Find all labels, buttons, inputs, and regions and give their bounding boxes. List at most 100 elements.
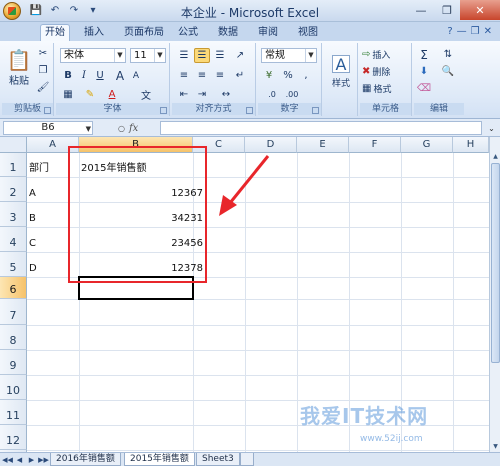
find-select-icon[interactable]: 🔍 bbox=[440, 64, 456, 79]
insert-cells-icon: ⇨ bbox=[362, 48, 371, 60]
font-group: 宋体 ▼ 11 ▼ B I U A A ▦ ✎ A 文 字体 bbox=[56, 43, 170, 116]
grow-font-button[interactable]: A bbox=[112, 68, 128, 83]
editing-label: 编辑 bbox=[414, 103, 464, 115]
tab-view[interactable]: 视图 bbox=[294, 25, 322, 41]
prev-sheet-icon[interactable]: ◀ bbox=[14, 454, 25, 465]
cells-group: ⇨ 插入 ✖ 删除 ▦ 格式 单元格 bbox=[360, 43, 412, 116]
styles-group: A 样式 bbox=[324, 43, 358, 116]
paste-icon: 📋 bbox=[6, 47, 32, 72]
title-bar: 💾 ↶ ↷ ▾ 本企业 - Microsoft Excel — ❐ ✕ bbox=[0, 0, 500, 22]
insert-cells-button[interactable]: ⇨ 插入 bbox=[362, 47, 390, 61]
first-sheet-icon[interactable]: ◀◀ bbox=[2, 454, 13, 465]
format-painter-icon[interactable]: 🖌 bbox=[35, 80, 51, 95]
phonetic-icon[interactable]: 文 bbox=[138, 87, 154, 102]
align-center-icon[interactable]: ≡ bbox=[194, 68, 210, 83]
italic-button[interactable]: I bbox=[76, 68, 92, 83]
orientation-icon[interactable]: ↗ bbox=[232, 48, 248, 63]
chevron-down-icon: ▼ bbox=[154, 49, 165, 62]
scroll-down-icon[interactable]: ▼ bbox=[490, 441, 500, 452]
font-size-combo[interactable]: 11 ▼ bbox=[130, 48, 166, 63]
increase-decimal-icon[interactable]: .0 bbox=[264, 87, 280, 102]
alignment-label: 对齐方式 bbox=[172, 103, 255, 115]
align-left-icon[interactable]: ≡ bbox=[176, 68, 192, 83]
fill-icon[interactable]: ⬇ bbox=[416, 64, 432, 79]
increase-indent-icon[interactable]: ⇥ bbox=[194, 87, 210, 102]
ribbon-restore-icon[interactable]: ❐ bbox=[471, 26, 480, 37]
minimize-icon[interactable]: — bbox=[408, 0, 434, 20]
sheet-tab-2016[interactable]: 2016年销售额 bbox=[50, 453, 121, 466]
alignment-launcher[interactable] bbox=[246, 107, 253, 114]
currency-icon[interactable]: ¥ bbox=[261, 68, 277, 83]
close-icon[interactable]: ✕ bbox=[460, 0, 500, 20]
align-right-icon[interactable]: ≡ bbox=[212, 68, 228, 83]
font-launcher[interactable] bbox=[160, 107, 167, 114]
chevron-down-icon: ▼ bbox=[305, 49, 316, 62]
tab-insert[interactable]: 插入 bbox=[80, 25, 108, 41]
align-top-icon[interactable]: ☰ bbox=[176, 48, 192, 63]
tab-data[interactable]: 数据 bbox=[214, 25, 242, 41]
tab-review[interactable]: 审阅 bbox=[254, 25, 282, 41]
ribbon-tabs: 开始 插入 页面布局 公式 数据 审阅 视图 ? — ❐ ✕ bbox=[0, 22, 500, 42]
clipboard-launcher[interactable] bbox=[44, 107, 51, 114]
font-name-combo[interactable]: 宋体 ▼ bbox=[60, 48, 126, 63]
cut-icon[interactable]: ✂ bbox=[35, 46, 51, 61]
styles-button[interactable]: A 样式 bbox=[326, 45, 356, 99]
ribbon-close-icon[interactable]: ✕ bbox=[484, 26, 492, 37]
tab-page-layout[interactable]: 页面布局 bbox=[120, 25, 168, 41]
comma-button[interactable]: , bbox=[298, 68, 314, 83]
decrease-indent-icon[interactable]: ⇤ bbox=[176, 87, 192, 102]
copy-icon[interactable]: ❐ bbox=[35, 63, 51, 78]
scroll-thumb[interactable] bbox=[491, 163, 500, 363]
clear-icon[interactable]: ⌫ bbox=[416, 81, 432, 96]
vertical-scrollbar[interactable]: ▲ ▼ bbox=[489, 137, 500, 452]
formula-bar: B6 ▼ ○ fx ⌄ bbox=[0, 119, 500, 137]
watermark: 我爱IT技术网 bbox=[300, 404, 429, 428]
alignment-group: ☰ ☰ ☰ ↗ ≡ ≡ ≡ ↵ ⇤ ⇥ ↔ 对齐方式 bbox=[172, 43, 256, 116]
delete-cells-button[interactable]: ✖ 删除 bbox=[362, 64, 390, 78]
percent-button[interactable]: % bbox=[280, 68, 296, 83]
chevron-down-icon: ▼ bbox=[85, 125, 91, 133]
format-cells-icon: ▦ bbox=[362, 82, 372, 94]
format-cells-button[interactable]: ▦ 格式 bbox=[362, 81, 391, 95]
merge-center-icon[interactable]: ↔ bbox=[218, 87, 234, 102]
number-format-combo[interactable]: 常规 ▼ bbox=[261, 48, 317, 63]
help-icon[interactable]: ? bbox=[447, 26, 452, 37]
insert-sheet-icon[interactable] bbox=[240, 453, 254, 466]
ribbon-minimize-icon[interactable]: — bbox=[457, 26, 467, 37]
last-sheet-icon[interactable]: ▶▶ bbox=[38, 454, 49, 465]
sheet-tab-bar: ◀◀ ◀ ▶ ▶▶ 2016年销售额 2015年销售额 Sheet3 bbox=[0, 452, 500, 466]
align-bottom-icon[interactable]: ☰ bbox=[212, 48, 228, 63]
autosum-icon[interactable]: Σ bbox=[416, 47, 432, 62]
borders-icon[interactable]: ▦ bbox=[60, 87, 76, 102]
restore-icon[interactable]: ❐ bbox=[434, 0, 460, 20]
tab-home[interactable]: 开始 bbox=[40, 24, 70, 42]
number-group: 常规 ▼ ¥ % , .0 .00 数字 bbox=[258, 43, 322, 116]
name-box[interactable]: B6 ▼ bbox=[3, 121, 93, 135]
decrease-decimal-icon[interactable]: .00 bbox=[284, 87, 300, 102]
sheet-tab-2015[interactable]: 2015年销售额 bbox=[124, 453, 195, 466]
paste-button[interactable]: 📋 粘贴 bbox=[6, 45, 32, 89]
expand-formula-bar-icon[interactable]: ⌄ bbox=[486, 122, 497, 134]
tab-formulas[interactable]: 公式 bbox=[174, 25, 202, 41]
next-sheet-icon[interactable]: ▶ bbox=[26, 454, 37, 465]
formula-buttons: ○ fx bbox=[118, 121, 158, 135]
delete-cells-icon: ✖ bbox=[362, 65, 371, 77]
underline-button[interactable]: U bbox=[92, 68, 108, 83]
sort-filter-icon[interactable]: ⇅ bbox=[440, 47, 456, 62]
font-color-button[interactable]: A bbox=[104, 87, 120, 102]
expand-name-box-icon[interactable]: ○ bbox=[118, 124, 125, 133]
wrap-text-icon[interactable]: ↵ bbox=[232, 68, 248, 83]
sheet-tab-sheet3[interactable]: Sheet3 bbox=[196, 453, 240, 466]
window-controls: — ❐ ✕ bbox=[408, 0, 500, 20]
align-middle-icon[interactable]: ☰ bbox=[194, 48, 210, 63]
bold-button[interactable]: B bbox=[60, 68, 76, 83]
clipboard-group: 📋 粘贴 ✂ ❐ 🖌 剪贴板 bbox=[2, 43, 54, 116]
shrink-font-button[interactable]: A bbox=[128, 68, 144, 83]
fill-color-icon[interactable]: ✎ bbox=[82, 87, 98, 102]
chevron-down-icon: ▼ bbox=[114, 49, 125, 62]
insert-function-button[interactable]: fx bbox=[129, 123, 138, 134]
scroll-up-icon[interactable]: ▲ bbox=[490, 151, 500, 162]
help-controls: ? — ❐ ✕ bbox=[447, 26, 492, 37]
number-launcher[interactable] bbox=[312, 107, 319, 114]
formula-input[interactable] bbox=[160, 121, 482, 135]
